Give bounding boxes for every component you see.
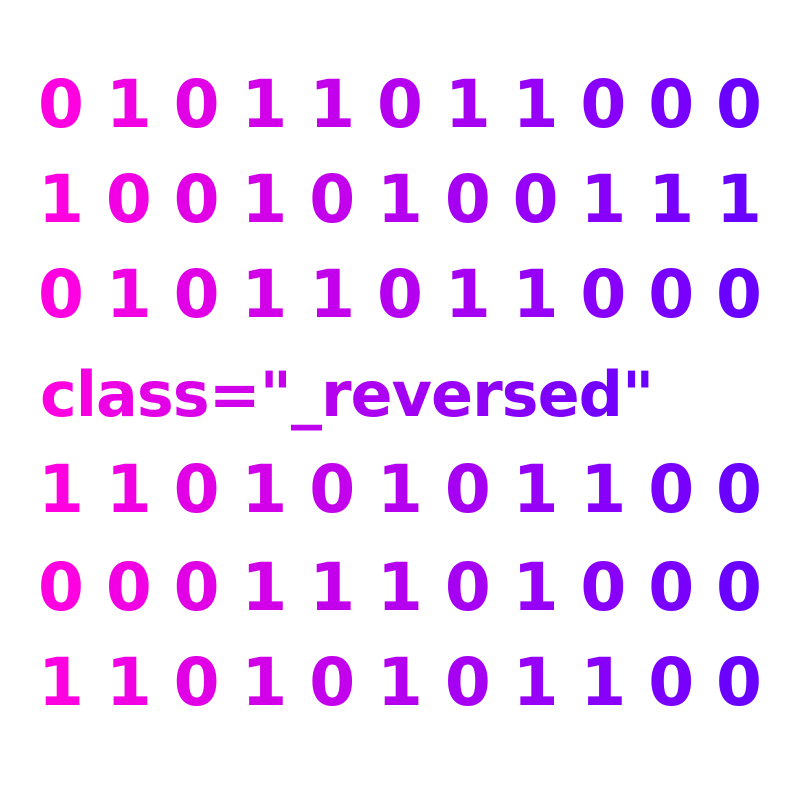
code-char: s (172, 358, 210, 431)
code-char: " (622, 358, 654, 431)
binary-digit: 1 (105, 451, 152, 528)
binary-digit: 1 (377, 549, 423, 626)
binary-digit: 0 (377, 256, 423, 333)
code-char: c (40, 358, 77, 431)
binary-digit: 1 (580, 161, 627, 238)
binary-digit: 1 (512, 66, 559, 143)
binary-digit: 1 (512, 256, 559, 333)
binary-digit: 1 (377, 161, 423, 238)
binary-digit: 0 (38, 549, 84, 626)
binary-digit: 1 (309, 256, 356, 333)
code-char: e (431, 358, 473, 431)
binary-digit: 0 (580, 549, 627, 626)
code-char: s (501, 358, 539, 431)
binary-digit: 0 (444, 451, 491, 528)
code-char: d (578, 358, 623, 431)
binary-digit: 0 (444, 549, 491, 626)
binary-digit: 1 (512, 644, 559, 721)
binary-digit: 0 (173, 161, 220, 238)
binary-digit: 0 (648, 451, 695, 528)
binary-digit: 0 (512, 161, 559, 238)
binary-digit: 0 (716, 644, 762, 721)
binary-digit: 1 (377, 644, 423, 721)
binary-digit: 1 (580, 644, 627, 721)
binary-digit: 0 (38, 66, 84, 143)
binary-digit: 0 (580, 256, 627, 333)
binary-digit: 1 (716, 161, 762, 238)
binary-digit: 0 (716, 451, 762, 528)
binary-digit: 0 (580, 66, 627, 143)
binary-digit: 1 (377, 451, 423, 528)
code-char: s (136, 358, 174, 431)
binary-digit: 1 (38, 451, 84, 528)
binary-digit: 0 (716, 549, 762, 626)
code-char: e (350, 358, 393, 431)
binary-row-5: 00011101000 (38, 548, 762, 628)
binary-code-graphic: 01011011000 10010100111 01011011000 clas… (0, 0, 800, 800)
binary-digit: 0 (105, 549, 152, 626)
binary-digit: 1 (309, 66, 356, 143)
binary-digit: 1 (105, 256, 152, 333)
code-char: " (259, 358, 292, 431)
binary-digit: 1 (444, 256, 491, 333)
binary-row-2: 10010100111 (38, 160, 762, 240)
binary-digit: 1 (241, 66, 288, 143)
code-char: l (75, 358, 97, 431)
binary-digit: 0 (38, 256, 84, 333)
binary-digit: 0 (377, 66, 423, 143)
binary-digit: 0 (716, 256, 762, 333)
code-char: a (96, 358, 138, 431)
binary-digit: 0 (716, 66, 762, 143)
binary-digit: 1 (648, 161, 695, 238)
binary-digit: 0 (173, 451, 220, 528)
binary-digit: 0 (648, 549, 695, 626)
binary-digit: 0 (173, 66, 220, 143)
binary-digit: 0 (173, 644, 220, 721)
binary-row-1: 01011011000 (38, 65, 762, 145)
binary-digit: 0 (309, 644, 356, 721)
binary-digit: 0 (444, 161, 491, 238)
binary-digit: 1 (38, 161, 84, 238)
binary-digit: 1 (241, 256, 288, 333)
code-char: = (208, 358, 261, 431)
binary-digit: 1 (309, 549, 356, 626)
binary-digit: 0 (105, 161, 152, 238)
binary-digit: 0 (648, 256, 695, 333)
binary-digit: 0 (648, 644, 695, 721)
binary-digit: 1 (105, 66, 152, 143)
binary-digit: 0 (444, 644, 491, 721)
binary-digit: 1 (241, 161, 288, 238)
binary-digit: 0 (309, 451, 356, 528)
binary-digit: 0 (648, 66, 695, 143)
code-char: _ (290, 358, 322, 431)
binary-digit: 0 (309, 161, 356, 238)
code-char: r (320, 358, 352, 431)
binary-digit: 1 (580, 451, 627, 528)
binary-digit: 1 (241, 451, 288, 528)
binary-row-6: 11010101100 (38, 643, 762, 723)
code-char: e (537, 358, 580, 431)
code-char: v (391, 358, 432, 431)
binary-digit: 1 (241, 549, 288, 626)
binary-digit: 1 (512, 451, 559, 528)
binary-row-3: 01011011000 (38, 255, 762, 335)
code-text-row: class="_reversed" (40, 355, 764, 435)
binary-digit: 1 (38, 644, 84, 721)
binary-row-4: 11010101100 (38, 450, 762, 530)
binary-digit: 0 (173, 549, 220, 626)
binary-digit: 1 (444, 66, 491, 143)
code-char: r (472, 358, 503, 431)
binary-digit: 1 (241, 644, 288, 721)
binary-digit: 1 (512, 549, 559, 626)
binary-digit: 0 (173, 256, 220, 333)
binary-digit: 1 (105, 644, 152, 721)
